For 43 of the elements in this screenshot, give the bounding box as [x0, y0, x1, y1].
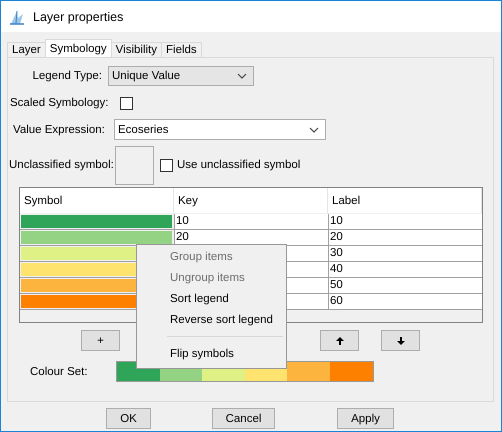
table-cell: 20: [174, 230, 328, 245]
add-button[interactable]: +: [81, 330, 120, 351]
field-label: Legend Type:: [32, 70, 102, 82]
window-title: Layer properties: [33, 10, 124, 24]
arrow-up-icon: [336, 336, 344, 344]
symbol-swatch[interactable]: [21, 215, 172, 228]
app-icon: [9, 8, 25, 24]
menu-item[interactable]: Reverse sort legend: [137, 310, 286, 331]
arrow-down-icon: [396, 336, 404, 344]
column-header: Label: [328, 188, 482, 213]
column-header: Key: [174, 188, 328, 213]
symbol-swatch[interactable]: [21, 231, 172, 244]
table-cell: 30: [328, 246, 482, 261]
field-label: Scaled Symbology:: [10, 97, 108, 109]
legend-type-dropdown[interactable]: Unique Value: [108, 66, 254, 86]
move-down-button[interactable]: [381, 330, 420, 351]
checkbox[interactable]: [160, 158, 173, 172]
table-cell: 40: [328, 262, 482, 277]
table-cell: 50: [328, 278, 482, 293]
field-label: Colour Set:: [30, 366, 89, 378]
field-label: Value Expression:: [13, 124, 106, 136]
dialog-button[interactable]: OK: [106, 408, 151, 429]
tab[interactable]: Visibility: [110, 42, 162, 57]
column-header: Symbol: [20, 188, 174, 213]
table-cell: 10: [328, 214, 482, 229]
tab[interactable]: Layer: [7, 42, 46, 57]
move-up-button[interactable]: [320, 330, 359, 351]
symbol-swatch-button[interactable]: [115, 146, 154, 184]
tab[interactable]: Symbology: [44, 39, 112, 57]
dialog-button[interactable]: Cancel: [212, 408, 275, 429]
menu-item[interactable]: Flip symbols: [137, 344, 286, 365]
chevron-down-icon: [309, 126, 319, 134]
checkbox[interactable]: [120, 96, 134, 110]
menu-item[interactable]: Sort legend: [137, 289, 286, 310]
chevron-down-icon: [237, 72, 247, 80]
dialog-button[interactable]: Apply: [337, 408, 394, 429]
table-cell: 20: [328, 230, 482, 245]
table-cell: 60: [328, 294, 482, 309]
value-expression-combo[interactable]: Ecoseries: [114, 119, 326, 140]
tab[interactable]: Fields: [161, 42, 202, 57]
table-cell: 10: [174, 214, 328, 229]
field-label: Unclassified symbol:: [9, 159, 115, 171]
checkbox-label: Use unclassified symbol: [177, 159, 300, 171]
